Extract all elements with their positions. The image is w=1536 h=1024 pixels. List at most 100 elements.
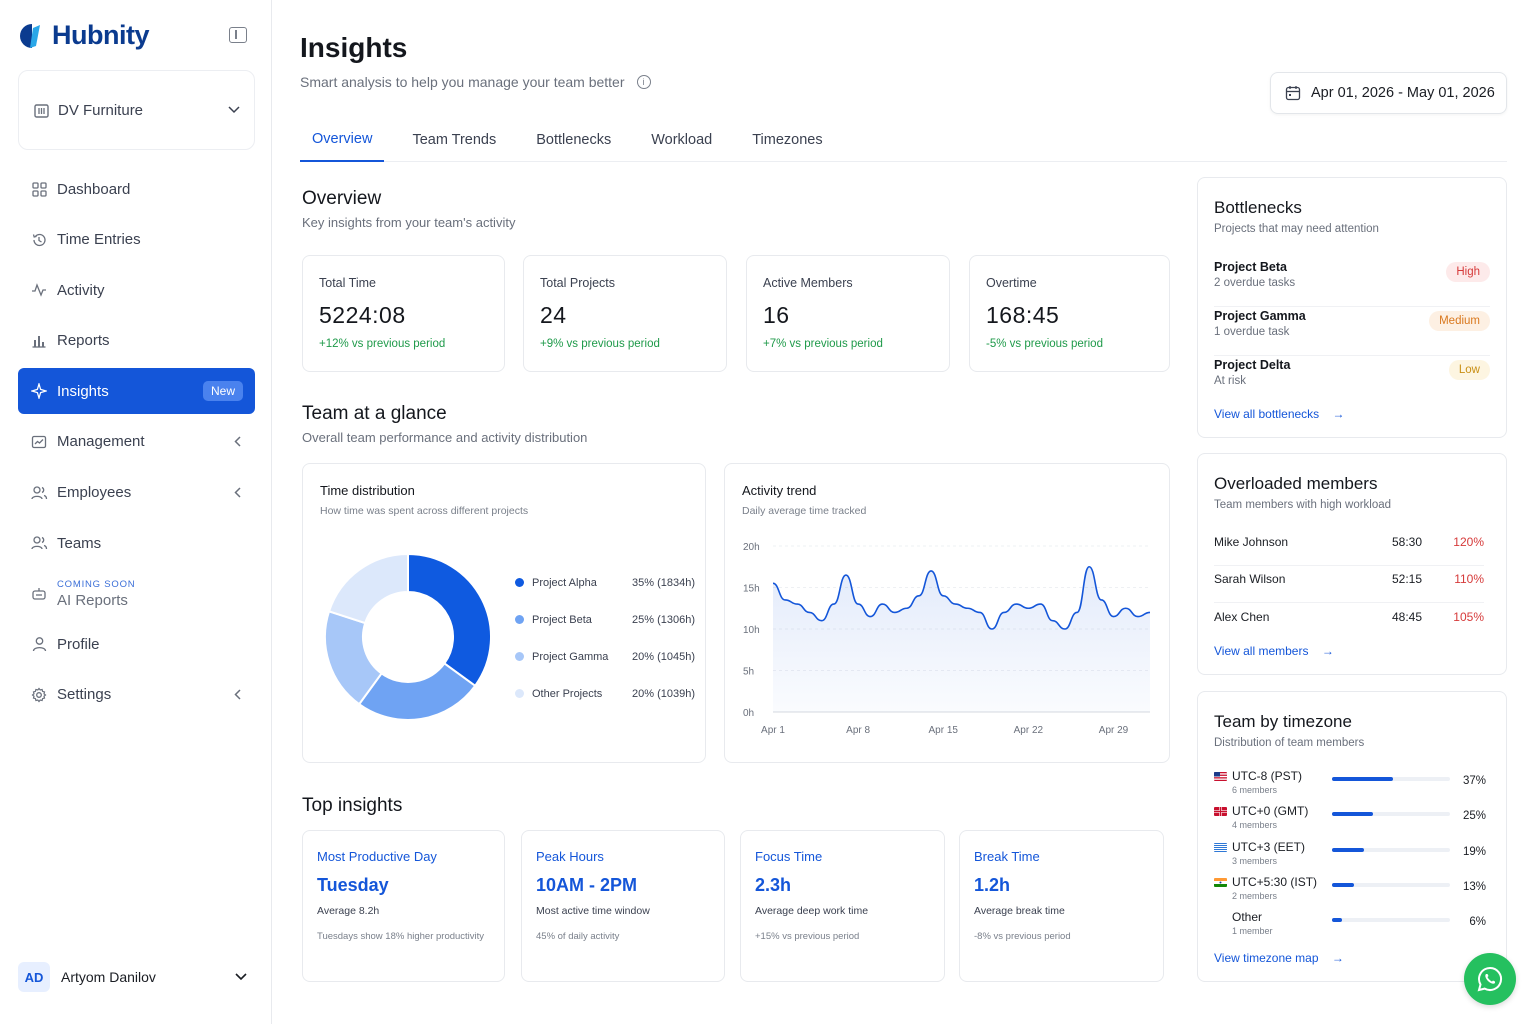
insight-value: 1.2h [974,875,1011,895]
stat-card-overtime: Overtime 168:45 -5% vs previous period [969,255,1170,372]
sidebar-item-management[interactable]: Management [18,419,255,465]
arrow-right-icon: → [1321,644,1334,658]
insight-value: Tuesday [317,875,389,895]
timezone-label: UTC+3 (EET) [1232,840,1306,854]
timezone-pct: 37% [1462,775,1486,787]
chevron-down-icon [228,106,240,114]
sidebar-item-profile[interactable]: Profile [18,621,255,667]
member-workload: 105% [1453,610,1484,624]
view-timezone-map-link[interactable]: View timezone map → [1214,951,1344,965]
tab-team-trends[interactable]: Team Trends [400,118,508,161]
sidebar-item-insights[interactable]: Insights New [18,368,255,415]
y-tick-label: 10h [743,625,760,636]
chevron-down-icon [235,973,247,981]
member-name: Sarah Wilson [1214,572,1286,586]
legend-item: Other Projects 20% (1039h) [515,675,695,712]
sidebar-collapse-icon[interactable] [229,27,247,43]
date-range-picker[interactable]: Apr 01, 2026 - May 01, 2026 [1270,72,1507,114]
table-row[interactable]: Alex Chen 48:45 105% [1214,604,1484,641]
table-row[interactable]: Sarah Wilson 52:15 110% [1214,566,1484,603]
timezone-bar [1332,848,1450,852]
stat-label: Active Members [763,276,853,290]
legend-value: 20% (1039h) [632,687,695,700]
member-time: 52:15 [1392,572,1423,586]
view-all-members-link[interactable]: View all members → [1214,644,1334,658]
sidebar-item-activity[interactable]: Activity [18,267,255,313]
sidebar-item-settings[interactable]: Settings [18,672,255,718]
org-selector[interactable]: DV Furniture [18,70,255,150]
table-row[interactable]: Mike Johnson 58:30 120% [1214,529,1484,566]
org-name: DV Furniture [58,101,144,119]
project-desc: 1 overdue task [1214,326,1290,338]
timezone-bar-fill [1332,777,1394,781]
sidebar-item-teams[interactable]: Teams [18,520,255,566]
sidebar-item-time-entries[interactable]: Time Entries [18,217,255,263]
team-icon [30,534,48,552]
sidebar-item-dashboard[interactable]: Dashboard [18,166,255,212]
sidebar-item-reports[interactable]: Reports [18,318,255,364]
in-flag-icon [1214,878,1227,887]
legend-dot [515,615,524,624]
sidebar-item-label: Dashboard [57,180,131,198]
users-icon [30,484,48,502]
timezone-pct: 13% [1462,881,1486,893]
insight-title: Most Productive Day [317,849,437,864]
activity-trend-chart: 20h 15h 10h 5h 0h Apr 1 Apr 8 Apr 15 Apr 22 Apr 2… [743,542,1151,736]
timezone-card: Team by timezone Distribution of team me… [1197,691,1507,982]
timezone-subtitle: Distribution of team members [1214,737,1365,749]
sidebar-item-label: Settings [57,686,112,704]
insight-detail: Average deep work time [755,905,869,917]
gr-flag-icon [1214,843,1227,852]
sidebar-nav: Dashboard Time Entries Activity Reports … [18,166,255,723]
list-item[interactable]: Project Beta 2 overdue tasks High [1214,258,1490,307]
priority-badge: High [1446,262,1490,282]
timezone-label: UTC+5:30 (IST) [1232,875,1318,889]
project-desc: 2 overdue tasks [1214,277,1296,289]
logo[interactable]: Hubnity [18,20,150,51]
timezone-label: Other [1232,910,1263,924]
overloaded-subtitle: Team members with high workload [1214,499,1392,511]
legend-label: Other Projects [532,687,603,700]
tab-bottlenecks[interactable]: Bottlenecks [524,118,623,161]
insight-title: Focus Time [755,849,823,864]
sidebar-item-label: AI Reports [57,591,128,609]
list-item[interactable]: Project Gamma 1 overdue task Medium [1214,307,1490,356]
activity-icon [30,281,48,299]
info-icon[interactable]: i [636,75,651,89]
donut-legend: Project Alpha 35% (1834h) Project Beta 2… [515,564,695,712]
user-menu[interactable]: AD Artyom Danilov [18,962,255,992]
timezone-members: 2 members [1232,891,1278,901]
tab-overview[interactable]: Overview [300,118,385,162]
insight-card-break-time: Break Time 1.2h Average break time -8% v… [959,830,1164,982]
chevron-left-icon [234,434,241,450]
legend-item: Project Alpha 35% (1834h) [515,564,695,601]
timezone-members: 4 members [1232,820,1278,830]
stat-delta: +12% vs previous period [319,338,446,350]
glance-title: Team at a glance [302,403,447,424]
project-desc: At risk [1214,375,1246,387]
whatsapp-chat-button[interactable] [1464,953,1516,1005]
sidebar-item-ai-reports[interactable]: COMING SOON AI Reports [18,571,255,617]
legend-item: Project Gamma 20% (1045h) [515,638,695,675]
pie-slice-other-projects [327,552,409,625]
chart-window-icon [30,433,48,451]
tab-workload[interactable]: Workload [639,118,724,161]
stat-label: Overtime [986,276,1037,290]
timezone-bar-fill [1332,848,1364,852]
view-all-bottlenecks-link[interactable]: View all bottlenecks → [1214,407,1345,421]
stat-label: Total Time [319,276,376,290]
sidebar-item-label: Teams [57,534,102,552]
insight-title: Break Time [974,849,1040,864]
link-label: View all bottlenecks [1214,407,1320,421]
timezone-title: Team by timezone [1214,712,1352,731]
sidebar-item-employees[interactable]: Employees [18,470,255,516]
stat-card-total-time: Total Time 5224:08 +12% vs previous peri… [302,255,505,372]
tab-timezones[interactable]: Timezones [740,118,834,161]
page-subtitle: Smart analysis to help you manage your t… [300,74,625,90]
link-label: View all members [1214,644,1309,658]
legend-dot [515,689,524,698]
insight-detail: Average 8.2h [317,905,380,917]
page-title: Insights [300,32,408,63]
timezone-bar [1332,883,1450,887]
list-item[interactable]: Project Delta At risk Low [1214,356,1490,405]
